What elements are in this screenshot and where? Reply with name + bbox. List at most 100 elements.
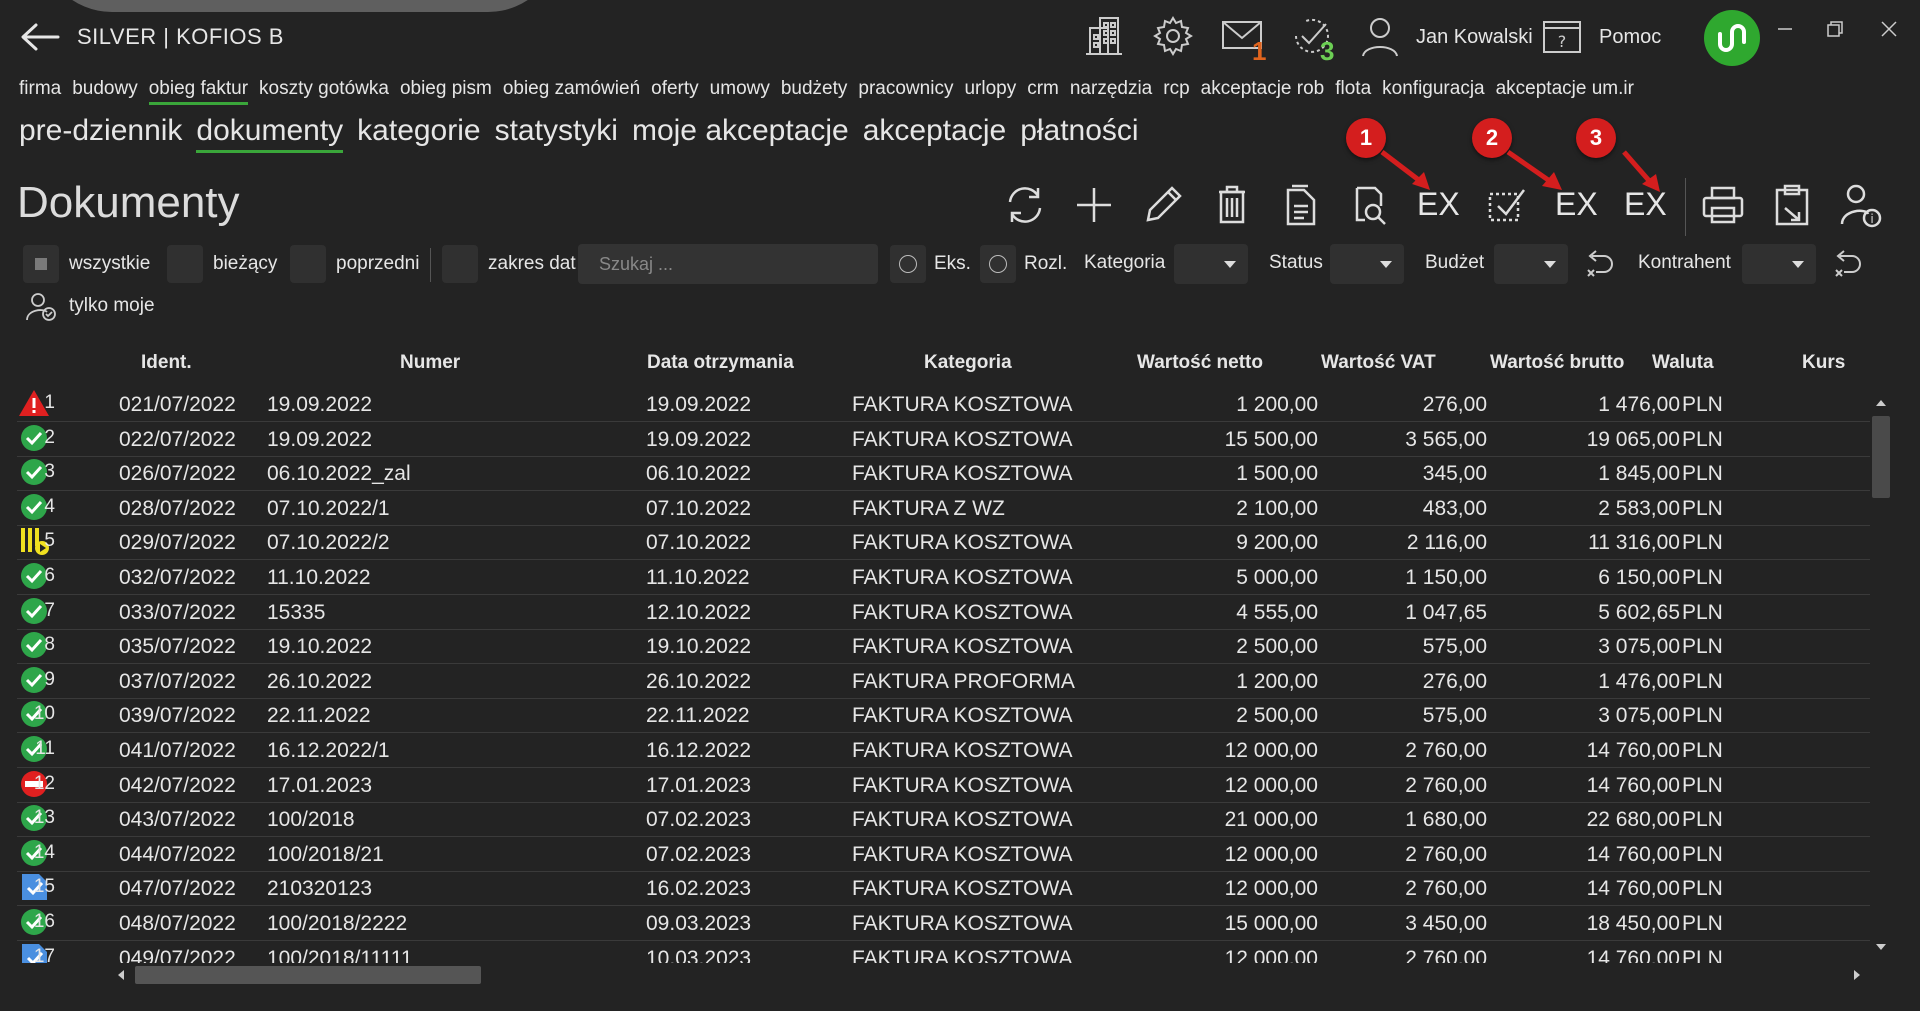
contractor-dropdown[interactable] [1742, 244, 1816, 284]
sub-menu-item-0[interactable]: pre-dziennik [19, 114, 182, 153]
clear-filter-icon[interactable] [1582, 248, 1616, 280]
main-menu-item-11[interactable]: crm [1027, 78, 1059, 105]
col-netto[interactable]: Wartość netto [1137, 352, 1263, 374]
gear-icon[interactable] [1151, 14, 1195, 58]
table-row[interactable]: 13 043/07/2022 100/2018 07.02.2023 FAKTURA K… [17, 803, 1870, 838]
filter-previous-checkbox[interactable] [290, 245, 326, 283]
table-row[interactable]: 7 033/07/2022 15335 12.10.2022 FAKTURA KOSZT… [17, 596, 1870, 630]
cell-net: 12 000,00 [1224, 842, 1318, 866]
filter-only-mine[interactable]: tylko moje [25, 286, 155, 326]
table-row[interactable]: 11 041/07/2022 16.12.2022/1 16.12.2022 FAKTU… [17, 734, 1870, 768]
col-waluta[interactable]: Waluta [1652, 352, 1714, 374]
table-row[interactable]: 16 048/07/2022 100/2018/2222 09.03.2023 FAKT… [17, 907, 1870, 941]
table-row[interactable]: 3 026/07/2022 06.10.2022_zal 06.10.2022 FAKT… [17, 457, 1870, 492]
main-menu-item-5[interactable]: obieg zamówień [503, 78, 640, 105]
horizontal-scroll-thumb[interactable] [135, 966, 481, 984]
main-menu-item-1[interactable]: budowy [72, 78, 138, 105]
filter-date-range-checkbox[interactable] [442, 245, 478, 283]
filter-all-checkbox[interactable] [23, 245, 59, 283]
sub-menu-item-4[interactable]: moje akceptacje [632, 114, 849, 153]
main-menu-item-0[interactable]: firma [19, 78, 61, 105]
minimize-icon[interactable] [1770, 14, 1800, 44]
vertical-scroll-thumb[interactable] [1872, 416, 1890, 498]
filter-current[interactable]: bieżący [167, 244, 277, 284]
main-menu-item-10[interactable]: urlopy [964, 78, 1016, 105]
user-info-icon[interactable]: i [1836, 180, 1886, 230]
user-icon[interactable] [1358, 14, 1402, 58]
user-name[interactable]: Jan Kowalski [1416, 26, 1533, 49]
printer-icon[interactable] [1698, 180, 1748, 230]
main-menu-item-6[interactable]: oferty [651, 78, 699, 105]
table-row[interactable]: 9 037/07/2022 26.10.2022 26.10.2022 FAKTURA … [17, 665, 1870, 699]
col-vat[interactable]: Wartość VAT [1321, 352, 1436, 374]
table-row[interactable]: 5 029/07/2022 07.10.2022/2 07.10.2022 FAKTUR… [17, 526, 1870, 561]
building-icon[interactable] [1082, 14, 1126, 58]
restore-icon[interactable] [1820, 14, 1850, 44]
table-row[interactable]: 6 032/07/2022 11.10.2022 11.10.2022 FAKTURA … [17, 561, 1870, 595]
delete-trash-icon[interactable] [1207, 180, 1257, 230]
category-dropdown[interactable] [1174, 244, 1248, 284]
filter-all[interactable]: wszystkie [23, 244, 150, 284]
col-kurs[interactable]: Kurs [1802, 352, 1845, 374]
logo-mark-icon [1718, 24, 1746, 52]
col-numer[interactable]: Numer [400, 352, 460, 374]
table-row[interactable]: 10 039/07/2022 22.11.2022 22.11.2022 FAKTURA… [17, 699, 1870, 734]
main-menu-item-3[interactable]: koszty gotówka [259, 78, 389, 105]
main-menu-item-16[interactable]: konfiguracja [1382, 78, 1484, 105]
main-menu-item-8[interactable]: budżety [781, 78, 848, 105]
main-menu-item-12[interactable]: narzędzia [1070, 78, 1152, 105]
main-menu-item-9[interactable]: pracownicy [858, 78, 953, 105]
sub-menu-item-3[interactable]: statystyki [495, 114, 618, 153]
col-brutto[interactable]: Wartość brutto [1490, 352, 1624, 374]
table-row[interactable]: 15 047/07/2022 210320123 16.02.2023 FAKTURA … [17, 872, 1870, 907]
document-copy-icon[interactable] [1276, 180, 1326, 230]
main-menu-item-7[interactable]: umowy [710, 78, 770, 105]
table-row[interactable]: 2 022/07/2022 19.09.2022 19.09.2022 FAKTURA … [17, 423, 1870, 457]
help-label[interactable]: Pomoc [1599, 26, 1661, 49]
filter-eks[interactable]: Eks. [890, 244, 971, 284]
main-menu-item-13[interactable]: rcp [1163, 78, 1189, 105]
filter-rozl[interactable]: Rozl. [980, 244, 1067, 284]
col-kategoria[interactable]: Kategoria [924, 352, 1012, 374]
cell-category: FAKTURA KOSZTOWA [852, 842, 1073, 866]
main-menu-item-14[interactable]: akceptacje rob [1201, 78, 1325, 105]
add-icon[interactable] [1069, 180, 1119, 230]
main-menu-item-4[interactable]: obieg pism [400, 78, 492, 105]
clear-contractor-icon[interactable] [1830, 248, 1864, 280]
eks-radio[interactable] [890, 245, 926, 283]
rozl-radio[interactable] [980, 245, 1016, 283]
refresh-icon[interactable] [1000, 180, 1050, 230]
sub-menu-item-2[interactable]: kategorie [357, 114, 480, 153]
col-ident[interactable]: Ident. [141, 352, 192, 374]
filter-date-range[interactable]: zakres dat [442, 244, 576, 284]
cell-currency: PLN [1682, 808, 1723, 832]
sub-menu-item-5[interactable]: akceptacje [863, 114, 1006, 153]
main-menu-item-17[interactable]: akceptacje um.ir [1496, 78, 1634, 105]
clipboard-export-icon[interactable] [1767, 180, 1817, 230]
main-menu-item-15[interactable]: flota [1335, 78, 1371, 105]
budget-dropdown[interactable] [1494, 244, 1568, 284]
main-menu-item-2[interactable]: obieg faktur [148, 78, 249, 105]
table-row[interactable]: 12 042/07/2022 17.01.2023 17.01.2023 FAKTURA… [17, 769, 1870, 803]
table-row[interactable]: 17 049/07/2022 100/2018/11111 10.03.2023 FAK… [17, 942, 1870, 963]
close-icon[interactable] [1874, 14, 1904, 44]
status-dropdown[interactable] [1330, 244, 1404, 284]
filter-current-checkbox[interactable] [167, 245, 203, 283]
edit-pencil-icon[interactable] [1138, 180, 1188, 230]
table-row[interactable]: 4 028/07/2022 07.10.2022/1 07.10.2022 FAKTUR… [17, 492, 1870, 526]
sub-menu-item-1[interactable]: dokumenty [196, 114, 344, 153]
table-header: Ident. Numer Data otrzymania Kategoria W… [0, 352, 1880, 380]
filter-previous[interactable]: poprzedni [290, 244, 419, 284]
cell-numer: 16.12.2022/1 [267, 739, 390, 762]
cell-numer: 100/2018/2222 [267, 912, 408, 935]
sub-menu-item-6[interactable]: płatności [1020, 114, 1138, 153]
back-arrow-icon[interactable] [18, 20, 62, 54]
table-row[interactable]: 14 044/07/2022 100/2018/21 07.02.2023 FAKTUR… [17, 838, 1870, 872]
search-input[interactable] [578, 244, 878, 284]
table-row[interactable]: 8 035/07/2022 19.10.2022 19.10.2022 FAKTURA … [17, 630, 1870, 665]
table-row[interactable]: 1 021/07/2022 19.09.2022 19.09.2022 FAKTURA … [17, 388, 1870, 422]
help-icon[interactable]: ? [1540, 14, 1584, 58]
cell-ident: 047/07/2022 [119, 877, 236, 901]
cell-gross: 2 583,00 [1598, 496, 1680, 520]
col-data[interactable]: Data otrzymania [647, 352, 794, 374]
